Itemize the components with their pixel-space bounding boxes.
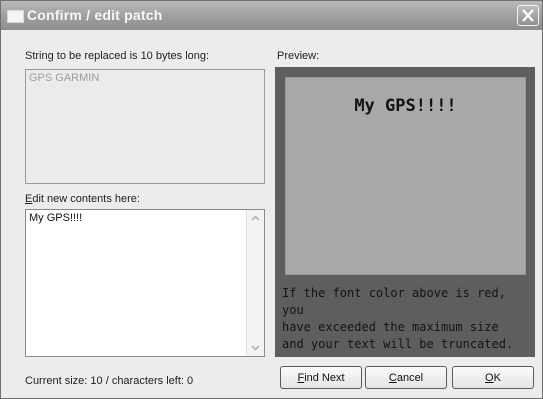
preview-panel: My GPS!!!! If the font color above is re… bbox=[275, 67, 535, 357]
ok-button[interactable]: OK bbox=[452, 366, 534, 389]
chevron-up-icon bbox=[251, 215, 260, 221]
find-next-accelerator: F bbox=[297, 371, 305, 384]
preview-warning: If the font color above is red, you have… bbox=[282, 285, 532, 353]
original-string-field: GPS GARMIN bbox=[25, 69, 265, 184]
status-text: Current size: 10 / characters left: 0 bbox=[25, 375, 194, 387]
close-icon bbox=[522, 9, 534, 22]
scroll-down-button[interactable] bbox=[248, 340, 263, 355]
ok-label: K bbox=[493, 371, 501, 384]
edit-label-text: dit new contents here: bbox=[32, 193, 140, 205]
window-icon bbox=[7, 10, 24, 23]
cancel-accelerator: C bbox=[388, 371, 397, 384]
preview-warning-line-3: and your text will be truncated. bbox=[282, 337, 514, 351]
close-button[interactable] bbox=[517, 5, 539, 26]
cancel-label: ancel bbox=[396, 371, 424, 384]
edit-contents-textarea[interactable]: My GPS!!!! bbox=[25, 209, 265, 357]
find-next-label: ind Next bbox=[304, 371, 345, 384]
edit-scrollbar[interactable] bbox=[246, 210, 264, 356]
original-string-value: GPS GARMIN bbox=[29, 72, 100, 84]
preview-warning-line-1: If the font color above is red, you bbox=[282, 286, 506, 317]
preview-screen: My GPS!!!! bbox=[285, 77, 526, 275]
original-string-label: String to be replaced is 10 bytes long: bbox=[25, 50, 210, 62]
edit-contents-value[interactable]: My GPS!!!! bbox=[29, 212, 82, 224]
scroll-up-button[interactable] bbox=[248, 211, 263, 226]
find-next-button[interactable]: Find Next bbox=[280, 366, 362, 389]
cancel-button[interactable]: Cancel bbox=[365, 366, 447, 389]
window-title: Confirm / edit patch bbox=[27, 7, 163, 23]
patch-dialog: Confirm / edit patch String to be replac… bbox=[0, 0, 543, 399]
ok-accelerator: O bbox=[485, 371, 494, 384]
chevron-down-icon bbox=[251, 345, 260, 351]
preview-label: Preview: bbox=[277, 50, 320, 62]
edit-contents-label: Edit new contents here: bbox=[25, 193, 140, 205]
preview-title: My GPS!!!! bbox=[354, 96, 457, 116]
title-bar[interactable]: Confirm / edit patch bbox=[1, 1, 542, 30]
preview-warning-line-2: have exceeded the maximum size bbox=[282, 320, 499, 334]
